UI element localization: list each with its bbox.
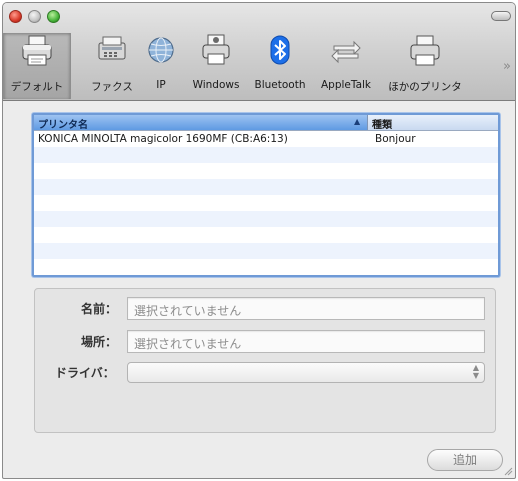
toolbar-item-other-printer[interactable]: ほかのプリンタ: [383, 33, 467, 99]
name-field[interactable]: 選択されていません: [127, 297, 485, 320]
column-header-printer-name[interactable]: プリンタ名 ▲: [34, 115, 368, 131]
empty-row: [34, 195, 498, 211]
printer-list-header: プリンタ名 ▲ 種類: [34, 115, 498, 131]
toolbar-item-fax[interactable]: ファクス: [87, 33, 137, 99]
location-field[interactable]: 選択されていません: [127, 330, 485, 353]
add-button[interactable]: 追加: [427, 449, 503, 471]
close-window-button[interactable]: [9, 10, 22, 23]
toolbar-item-label: AppleTalk: [321, 79, 371, 91]
empty-row: [34, 163, 498, 179]
empty-row: [34, 211, 498, 227]
toolbar-item-label: デフォルト: [10, 81, 64, 93]
toolbar-item-windows[interactable]: Windows: [189, 33, 243, 99]
toolbar: デフォルト ファクス IP Windows Bluetooth AppleTal…: [3, 3, 515, 101]
table-row[interactable]: KONICA MINOLTA magicolor 1690MF (CB:A6:1…: [34, 131, 498, 147]
toolbar-item-label: ファクス: [91, 81, 133, 93]
toolbar-toggle-button[interactable]: [491, 11, 511, 21]
printer-list[interactable]: プリンタ名 ▲ 種類 KONICA MINOLTA magicolor 1690…: [32, 113, 500, 277]
printer-list-rows: KONICA MINOLTA magicolor 1690MF (CB:A6:1…: [34, 131, 498, 275]
location-label: 場所：: [81, 335, 118, 349]
printer-kind-cell: Bonjour: [375, 133, 416, 145]
empty-row: [34, 147, 498, 163]
toolbar-item-label: Windows: [192, 79, 240, 91]
toolbar-item-default[interactable]: デフォルト: [3, 33, 71, 99]
empty-row: [34, 227, 498, 243]
toolbar-overflow-chevron-icon[interactable]: »: [503, 59, 511, 74]
printer-name-cell: KONICA MINOLTA magicolor 1690MF (CB:A6:1…: [38, 133, 288, 145]
default-printer-icon: [22, 35, 52, 66]
toolbar-item-label: Bluetooth: [254, 79, 306, 91]
column-header-kind[interactable]: 種類: [372, 116, 392, 131]
ip-globe-icon: [148, 37, 174, 63]
toolbar-item-ip[interactable]: IP: [143, 33, 179, 99]
other-printer-icon: [410, 35, 440, 66]
empty-row: [34, 179, 498, 195]
appletalk-icon: [331, 40, 361, 64]
select-stepper-icon: ▲ ▼: [472, 363, 479, 380]
empty-row: [34, 243, 498, 259]
empty-row: [34, 259, 498, 275]
driver-label: ドライバ：: [55, 366, 115, 380]
sort-ascending-icon: ▲: [354, 117, 361, 126]
printer-browser-window: デフォルト ファクス IP Windows Bluetooth AppleTal…: [2, 2, 516, 479]
toolbar-item-appletalk[interactable]: AppleTalk: [315, 33, 377, 99]
column-header-label: プリンタ名: [38, 120, 88, 131]
bluetooth-icon: [270, 35, 290, 65]
name-label: 名前：: [81, 302, 118, 316]
windows-printer-icon: [202, 34, 230, 65]
resize-grip-icon[interactable]: [503, 466, 513, 476]
toolbar-item-label: IP: [156, 79, 166, 91]
fax-icon: [98, 36, 126, 60]
minimize-window-button[interactable]: [28, 10, 41, 23]
toolbar-item-bluetooth[interactable]: Bluetooth: [249, 33, 311, 99]
driver-select[interactable]: ▲ ▼: [127, 362, 485, 383]
printer-details-box: 名前： 選択されていません 場所： 選択されていません ドライバ： ▲ ▼: [34, 288, 496, 433]
zoom-window-button[interactable]: [47, 10, 60, 23]
toolbar-item-label: ほかのプリンタ: [388, 81, 462, 93]
